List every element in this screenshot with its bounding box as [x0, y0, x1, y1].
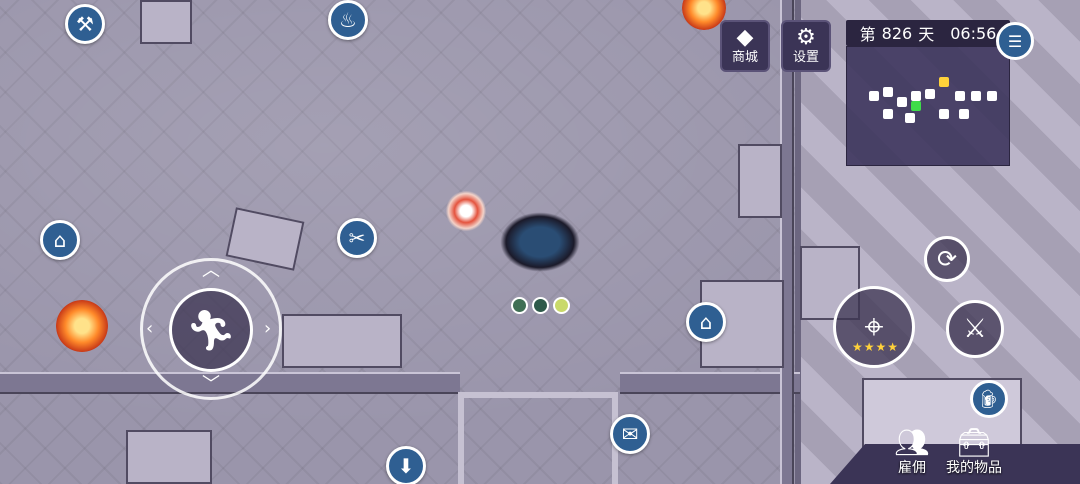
- compound-gate: [458, 392, 618, 484]
- minimap-marker: [959, 109, 969, 119]
- saw-icon[interactable]: ✂: [337, 218, 377, 258]
- furnace-icon[interactable]: ♨: [328, 0, 368, 40]
- scrap-machine: [126, 430, 212, 484]
- weapon-star-rating: ★★★★: [852, 340, 900, 354]
- minimap-marker: [911, 91, 921, 101]
- minimap-marker: [869, 91, 879, 101]
- day-prefix: 第: [859, 25, 876, 44]
- my-items-button[interactable]: 🧰︎ 我的物品: [946, 424, 1002, 477]
- minimap[interactable]: [846, 46, 1010, 166]
- save-icon[interactable]: ⬇: [386, 446, 426, 484]
- minimap-marker: [971, 91, 981, 101]
- beer-mug-icon: 🍺︎: [977, 388, 1001, 410]
- swap-weapon-button[interactable]: ⟳: [924, 236, 970, 282]
- chevron-right-icon: ›: [264, 318, 272, 339]
- status-effect-icon: [532, 297, 549, 314]
- status-effect-icon: [553, 297, 570, 314]
- hire-label: 雇佣: [898, 460, 926, 476]
- settings-button-label: 设置: [792, 50, 819, 65]
- day-suffix: 天: [918, 25, 935, 44]
- minimap-marker: [955, 91, 965, 101]
- minimap-marker: [897, 97, 907, 107]
- compound-wall: [780, 0, 794, 484]
- minimap-marker: [905, 113, 915, 123]
- chevron-left-icon: ‹: [146, 318, 154, 339]
- settings-button[interactable]: ⚙ 设置: [781, 20, 831, 72]
- gear-icon: ⚙: [796, 25, 816, 50]
- crossed-blades-icon: ⚔: [963, 314, 987, 344]
- day-number: 826: [881, 23, 913, 43]
- menu-icon: ☰: [1007, 31, 1023, 51]
- shop-button-label: 商城: [731, 50, 758, 65]
- clock-time: 06:56: [950, 23, 997, 43]
- minimap-marker: [939, 77, 949, 87]
- diamond-icon: ◆: [736, 25, 754, 50]
- minimap-marker: [939, 109, 949, 119]
- drink-button[interactable]: 🍺︎: [970, 380, 1008, 418]
- day-time-counter: 第 826 天 06:56: [846, 20, 1010, 46]
- secondary-weapon-button[interactable]: ⚔: [946, 300, 1004, 358]
- igloo-icon[interactable]: ⌂: [40, 220, 80, 260]
- minimap-marker: [883, 87, 893, 97]
- chevron-down-icon: ﹀: [202, 374, 220, 395]
- primary-weapon-button[interactable]: ⌖: [833, 286, 915, 368]
- minimap-marker: [987, 91, 997, 101]
- game-scene[interactable]: ⚒ ♨ ⌂ ✂ ⌂ ✉ ⬇ ◆ 商城 ⚙ 设置 第 826 天 06:56 ︿ …: [0, 0, 1080, 484]
- player-marker: [911, 101, 921, 111]
- table: [140, 0, 192, 44]
- status-effect-icon: [511, 297, 528, 314]
- refresh-icon: ⟳: [936, 245, 958, 273]
- mail-icon[interactable]: ✉: [610, 414, 650, 454]
- stairs: [738, 144, 782, 218]
- fence-wall: [620, 372, 800, 394]
- chevron-up-icon: ︿: [202, 260, 220, 281]
- my-items-label: 我的物品: [946, 460, 1002, 476]
- joystick-knob[interactable]: 🏃︎: [169, 288, 253, 372]
- menu-toggle-button[interactable]: ☰: [996, 22, 1034, 60]
- player-character: [500, 212, 580, 272]
- enemy-zombie[interactable]: [446, 190, 486, 232]
- minimap-marker: [883, 109, 893, 119]
- people-icon: 👥︎: [894, 425, 930, 459]
- hire-button[interactable]: 👥︎ 雇佣: [890, 424, 934, 477]
- minimap-marker: [925, 89, 935, 99]
- plank-pile: [225, 207, 305, 271]
- crafting-icon[interactable]: ⚒: [65, 4, 105, 44]
- workbench: [282, 314, 402, 368]
- treasure-chest-icon: 🧰︎: [956, 425, 992, 459]
- campfire: [56, 300, 108, 352]
- shop-button[interactable]: ◆ 商城: [720, 20, 770, 72]
- dog-house-icon[interactable]: ⌂: [686, 302, 726, 342]
- running-man-icon: 🏃︎: [185, 307, 237, 354]
